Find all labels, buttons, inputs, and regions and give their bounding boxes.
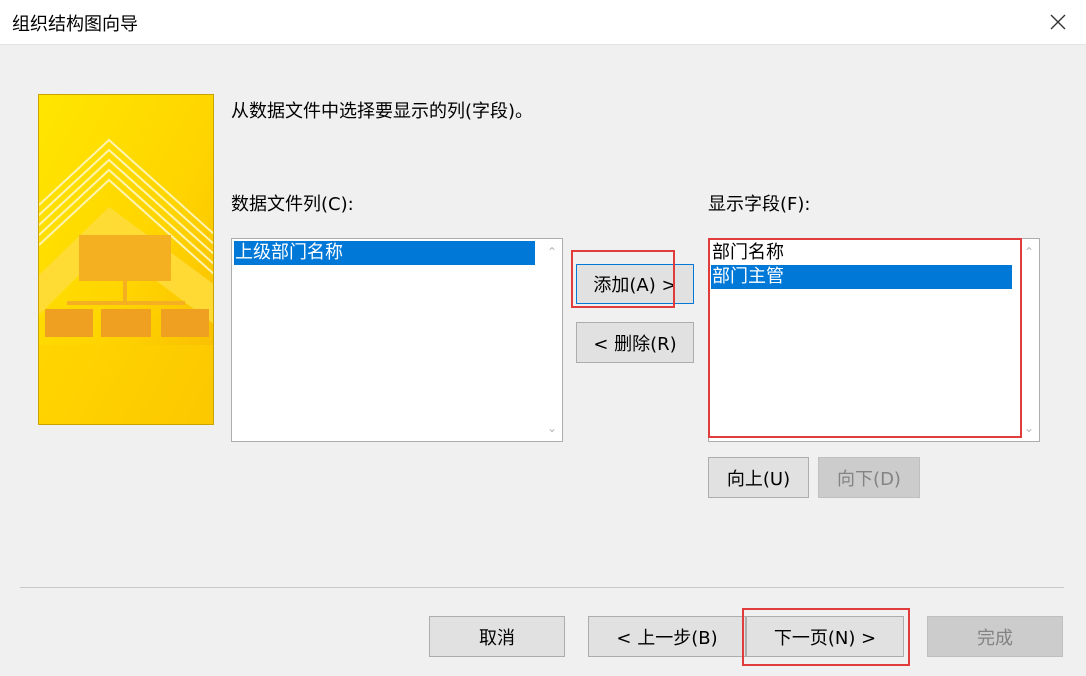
list-item[interactable]: 部门名称 xyxy=(711,241,1012,265)
back-button[interactable]: < 上一步(B) xyxy=(588,616,746,657)
add-button[interactable]: 添加(A) > xyxy=(576,264,694,304)
move-down-button[interactable]: 向下(D) xyxy=(818,457,920,498)
scroll-up-icon[interactable]: ⌃ xyxy=(1024,245,1034,259)
scroll-down-icon[interactable]: ⌄ xyxy=(1024,421,1034,435)
instruction-text: 从数据文件中选择要显示的列(字段)。 xyxy=(231,101,534,122)
list-item[interactable]: 上级部门名称 xyxy=(234,241,535,265)
source-columns-list[interactable]: 上级部门名称 ⌃ ⌄ xyxy=(231,238,563,442)
next-button[interactable]: 下一页(N) > xyxy=(746,616,904,657)
cancel-button[interactable]: 取消 xyxy=(429,616,565,657)
move-up-button[interactable]: 向上(U) xyxy=(708,457,809,498)
close-icon xyxy=(1050,14,1066,30)
scroll-up-icon[interactable]: ⌃ xyxy=(547,245,557,259)
separator xyxy=(20,587,1064,588)
remove-button[interactable]: < 删除(R) xyxy=(576,322,694,363)
display-fields-label: 显示字段(F): xyxy=(708,194,811,215)
finish-button[interactable]: 完成 xyxy=(927,616,1063,657)
display-fields-list[interactable]: 部门名称 部门主管 ⌃ ⌄ xyxy=(708,238,1040,442)
title-bar: 组织结构图向导 xyxy=(0,0,1086,45)
list-item[interactable]: 部门主管 xyxy=(711,265,1012,289)
close-button[interactable] xyxy=(1030,0,1086,44)
source-columns-label: 数据文件列(C): xyxy=(231,194,354,215)
org-chart-illustration xyxy=(39,95,213,424)
wizard-banner-image xyxy=(38,94,214,425)
window-title: 组织结构图向导 xyxy=(12,14,138,35)
scroll-down-icon[interactable]: ⌄ xyxy=(547,421,557,435)
